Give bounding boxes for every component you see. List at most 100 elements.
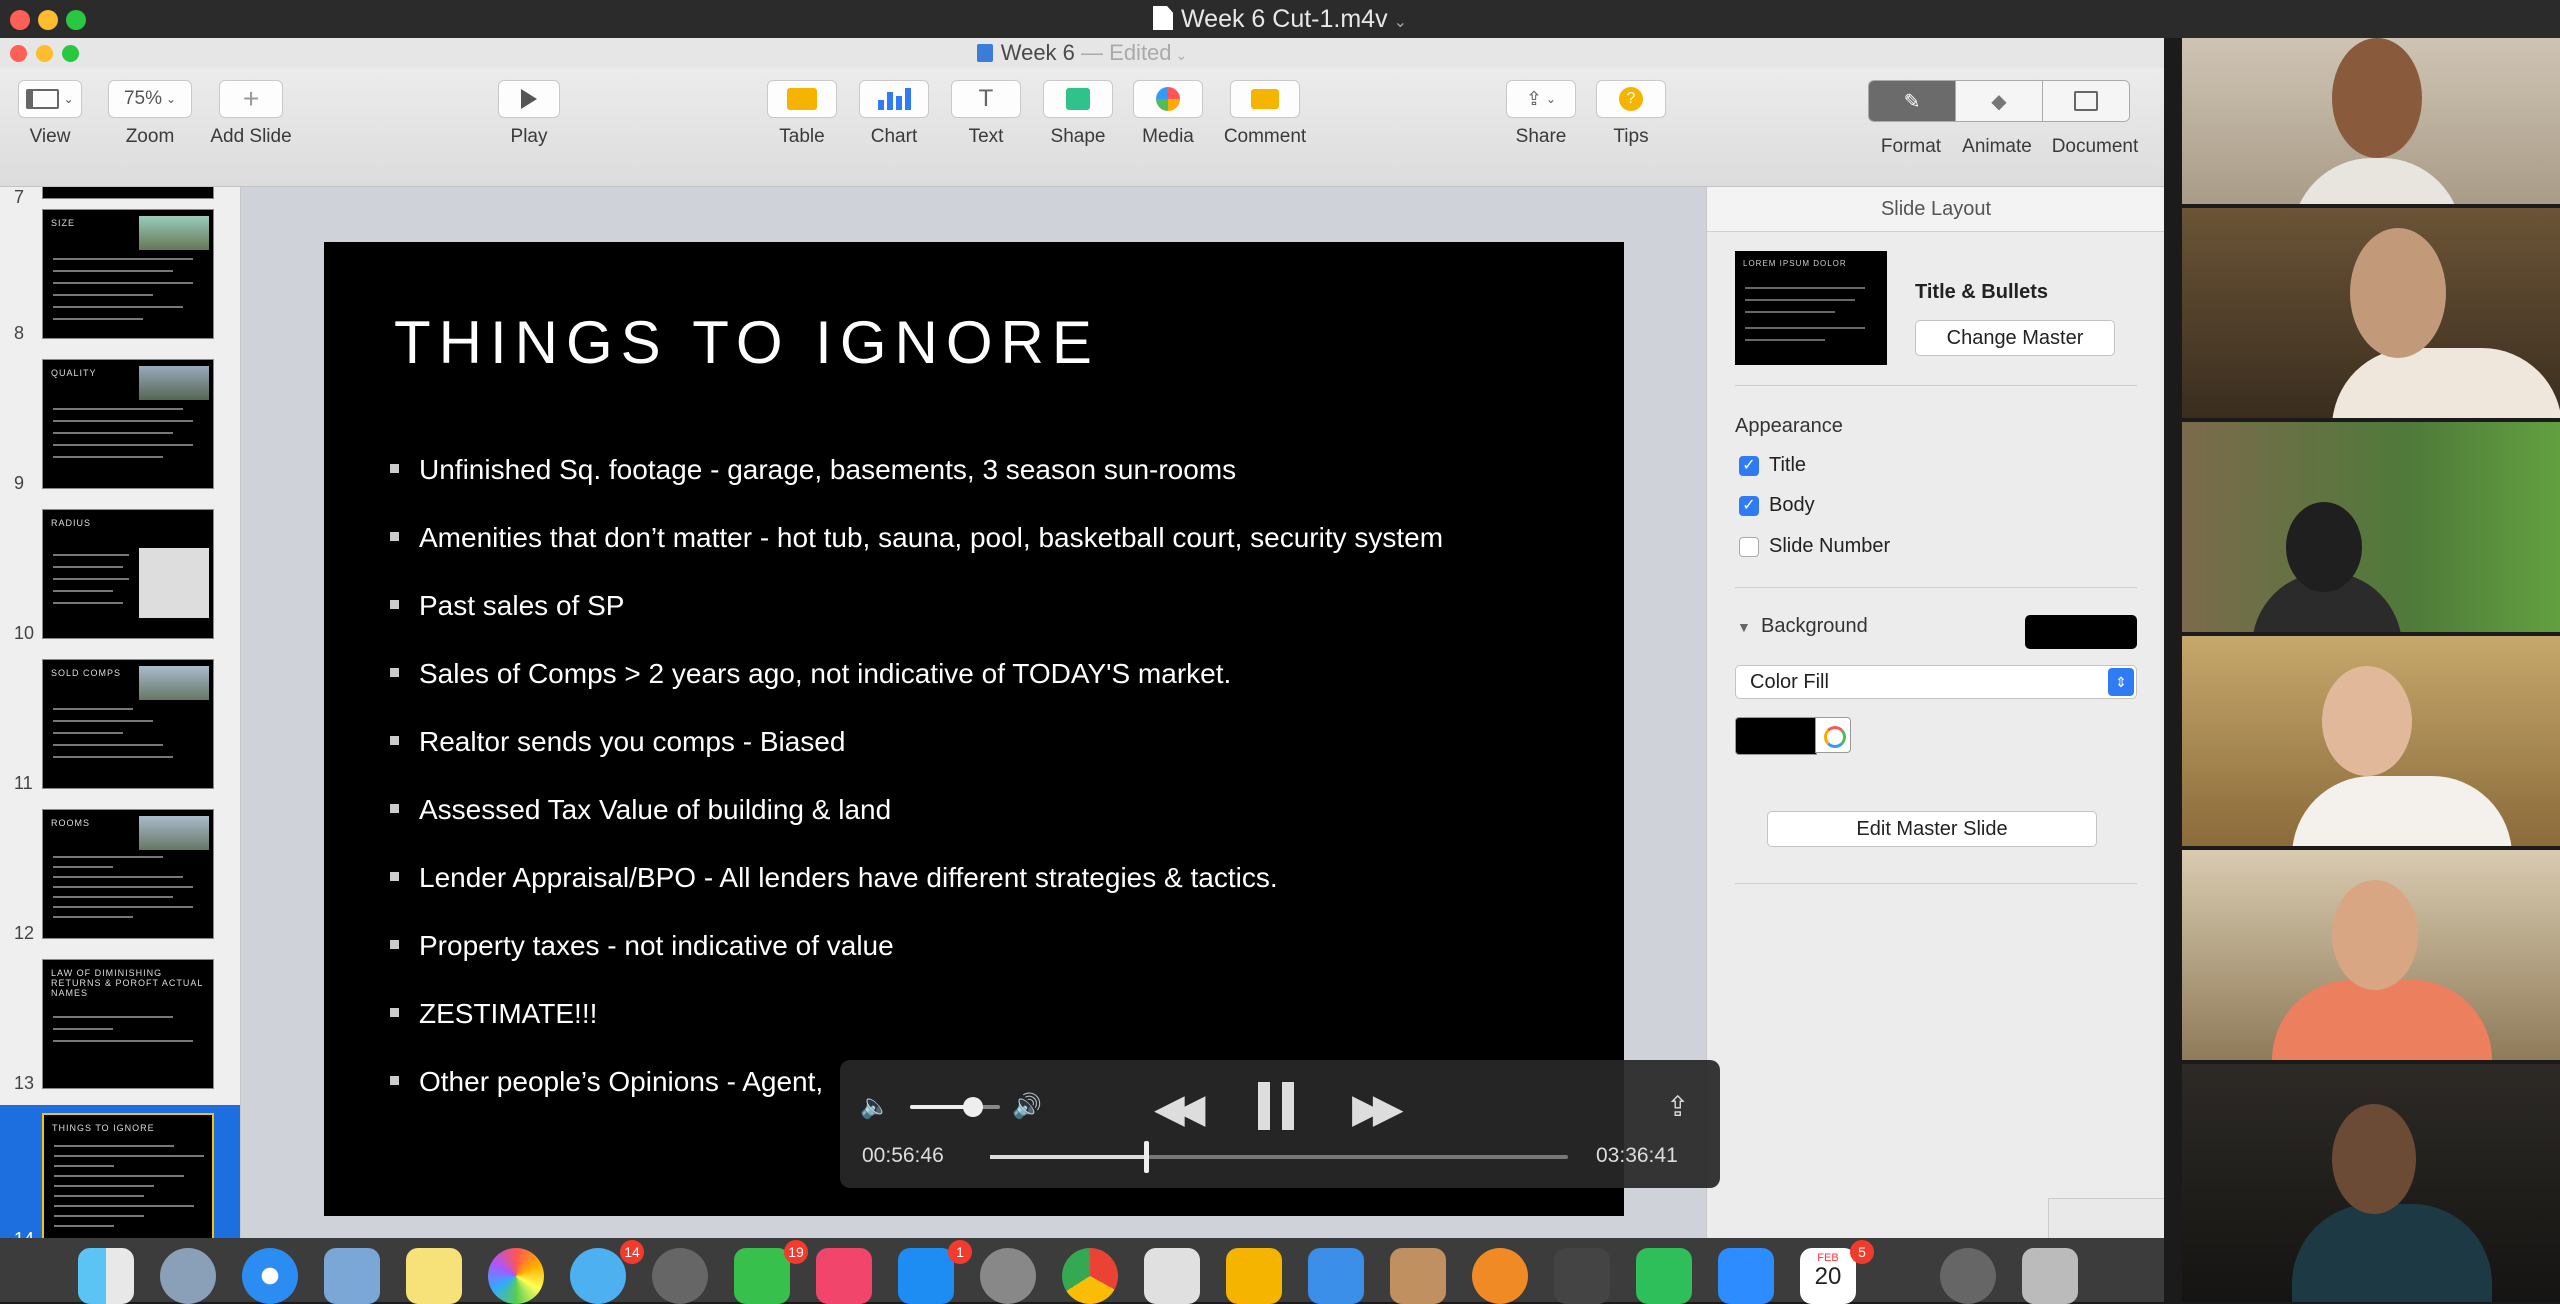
numbers-icon[interactable] (1636, 1248, 1692, 1304)
participant-face (2332, 38, 2422, 158)
slide-thumb[interactable]: SIZE (42, 209, 214, 339)
keynote-icon[interactable] (1308, 1248, 1364, 1304)
edit-master-slide-button[interactable]: Edit Master Slide (1767, 811, 2097, 847)
chrome-icon[interactable] (1062, 1248, 1118, 1304)
system-preferences-icon[interactable] (980, 1248, 1036, 1304)
zoom-label: Zoom (125, 126, 175, 147)
change-master-button[interactable]: Change Master (1915, 320, 2115, 356)
rewind-button[interactable]: ◀◀ (1154, 1086, 1205, 1132)
slide-thumb-image (139, 816, 209, 850)
calendar-icon[interactable]: FEB 20 (1800, 1248, 1856, 1304)
messages-icon[interactable] (570, 1248, 626, 1304)
slide-thumb[interactable]: ROOMS (42, 809, 214, 939)
bullet-item: Unfinished Sq. footage - garage, basemen… (390, 454, 1236, 486)
title-checkbox[interactable]: ✓ (1739, 456, 1759, 476)
help-icon[interactable] (1940, 1248, 1996, 1304)
animate-icon[interactable]: ◆ (1955, 81, 2042, 121)
table-icon (767, 80, 837, 118)
tips-button[interactable]: ? Tips (1596, 80, 1666, 148)
slide-thumb[interactable] (42, 187, 214, 199)
participant-video-6 (2182, 1064, 2560, 1302)
finder-icon[interactable] (78, 1248, 134, 1304)
fill-type-select[interactable]: Color Fill ⇕ (1735, 665, 2137, 699)
zoom-app-icon[interactable] (1718, 1248, 1774, 1304)
media-button[interactable]: Media (1132, 80, 1204, 148)
document-icon[interactable] (2042, 81, 2129, 121)
slide-thumb[interactable]: SOLD COMPS (42, 659, 214, 789)
format-brush-icon[interactable]: ✎ (1869, 81, 1955, 121)
color-well[interactable] (1735, 717, 1817, 755)
volume-knob[interactable] (963, 1097, 983, 1117)
chevron-down-icon[interactable]: ⌄ (1176, 47, 1188, 63)
media-label: Media (1142, 126, 1194, 147)
zoom-select[interactable]: 75% ⌄ (108, 80, 192, 118)
mail-icon[interactable] (324, 1248, 380, 1304)
calculator-icon[interactable] (1554, 1248, 1610, 1304)
slide-navigator[interactable]: 7 SIZE 8 QUALITY 9 RADIUS 10 SOLD COMPS … (0, 187, 241, 1238)
participant-body (2332, 348, 2560, 418)
fill-type-value: Color Fill (1750, 671, 1829, 693)
bullet-item: Amenities that don’t matter - hot tub, s… (390, 522, 1443, 554)
slide-number: 13 (14, 1073, 35, 1093)
books-icon[interactable] (1472, 1248, 1528, 1304)
chart-label: Chart (870, 126, 918, 147)
color-wheel-button[interactable] (1815, 717, 1851, 753)
animate-label: Animate (1962, 136, 2032, 157)
slide-title[interactable]: THINGS TO IGNORE (394, 308, 1100, 377)
add-slide-label: Add Slide (210, 126, 292, 147)
volume-slider[interactable] (910, 1097, 1000, 1117)
background-color-swatch[interactable] (2025, 615, 2137, 649)
text-button[interactable]: T Text (950, 80, 1022, 148)
launchpad-icon[interactable] (160, 1248, 216, 1304)
photos-icon[interactable] (488, 1248, 544, 1304)
bullet-item: Sales of Comps > 2 years ago, not indica… (390, 658, 1231, 690)
playhead[interactable] (1144, 1141, 1150, 1173)
scrubber-track[interactable] (990, 1141, 1568, 1173)
slide-number: 7 (14, 187, 25, 207)
share-icon[interactable]: ⇪ (1666, 1090, 1689, 1123)
slide-number-checkbox[interactable] (1739, 537, 1759, 557)
help-icon[interactable] (652, 1248, 708, 1304)
app-store-icon[interactable] (898, 1248, 954, 1304)
trash-icon[interactable] (2022, 1248, 2078, 1304)
notification-badge: 5 (1850, 1240, 1874, 1264)
comment-button[interactable]: Comment (1220, 80, 1310, 148)
preview-icon[interactable] (1144, 1248, 1200, 1304)
chart-button[interactable]: Chart (858, 80, 930, 148)
tips-label: Tips (1613, 126, 1649, 147)
safari-icon[interactable] (242, 1248, 298, 1304)
bullet-item: Assessed Tax Value of building & land (390, 794, 891, 826)
slide-thumb-title: THINGS TO IGNORE (52, 1123, 155, 1133)
notification-badge: 19 (784, 1240, 808, 1264)
pages-icon[interactable] (1226, 1248, 1282, 1304)
slide-thumb[interactable]: QUALITY (42, 359, 214, 489)
slide-thumb-title: QUALITY (51, 368, 97, 378)
add-slide-button[interactable]: + Add Slide (206, 80, 296, 148)
participant-body (2292, 158, 2462, 204)
play-button[interactable]: Play (494, 80, 564, 148)
slide-thumb-selected[interactable]: THINGS TO IGNORE (42, 1113, 214, 1238)
player-title-bar: Week 6 Cut-1.m4v ⌄ (0, 0, 2560, 38)
table-button[interactable]: Table (766, 80, 838, 148)
slide-thumb[interactable]: LAW OF DIMINISHING RETURNS & POROFT ACTU… (42, 959, 214, 1089)
facetime-icon[interactable] (734, 1248, 790, 1304)
shape-button[interactable]: Shape (1042, 80, 1114, 148)
disclosure-triangle-icon[interactable]: ▼ (1737, 619, 1751, 635)
inspector-segment: ✎ ◆ (1868, 80, 2130, 122)
participant-body (2292, 1204, 2492, 1302)
body-checkbox[interactable]: ✓ (1739, 496, 1759, 516)
view-button[interactable]: ⌄ View (18, 80, 82, 148)
music-icon[interactable] (816, 1248, 872, 1304)
inspector-header: Slide Layout (1707, 187, 2164, 232)
slide-thumb[interactable]: RADIUS (42, 509, 214, 639)
fast-forward-button[interactable]: ▶▶ (1352, 1086, 1403, 1132)
contacts-icon[interactable] (1390, 1248, 1446, 1304)
participant-face (2332, 1104, 2416, 1214)
master-thumbnail[interactable]: LOREM IPSUM DOLOR (1735, 251, 1887, 365)
volume-low-icon: 🔈 (860, 1093, 890, 1120)
share-button[interactable]: ⇪ ⌄ Share (1506, 80, 1576, 148)
notes-icon[interactable] (406, 1248, 462, 1304)
zoom-button[interactable]: 75% ⌄ Zoom (108, 80, 192, 148)
slide-number: 12 (14, 923, 35, 943)
chevron-down-icon[interactable]: ⌄ (1394, 14, 1407, 31)
